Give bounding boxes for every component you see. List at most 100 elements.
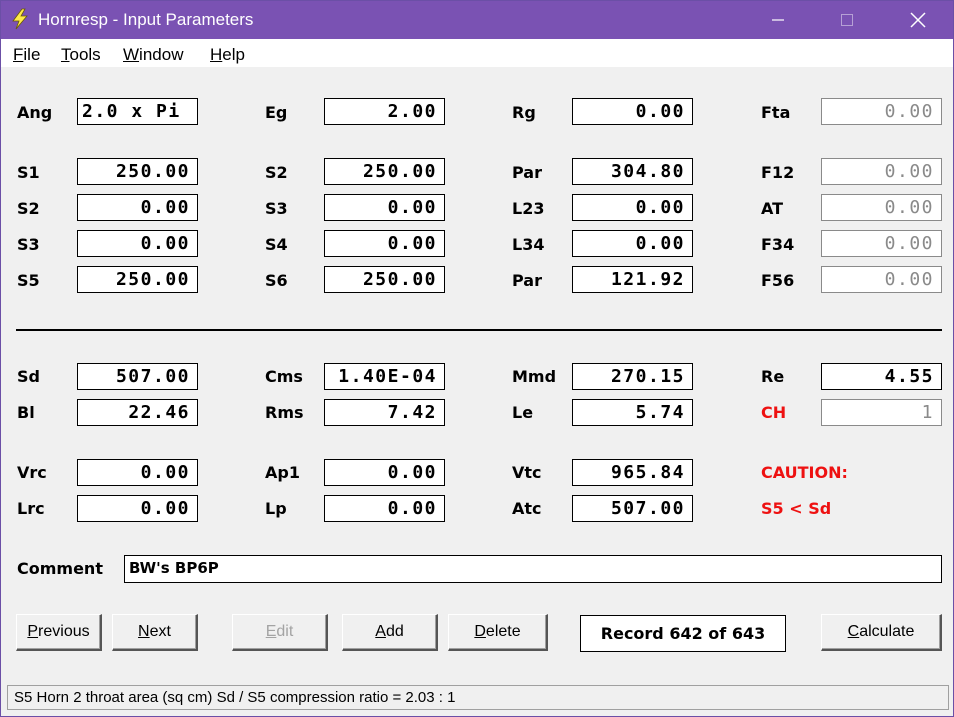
mmd-label: Mmd [512,367,557,386]
f56-label: F56 [761,271,795,290]
delete-button[interactable]: Delete [448,614,548,651]
fta-label: Fta [761,103,791,122]
delete-label: elete [485,623,521,640]
re-field[interactable]: 4.55 [821,363,942,390]
s3b-label: S3 [17,235,40,254]
menu-file[interactable]: File [13,45,40,65]
lp-field[interactable]: 0.00 [324,495,445,522]
lrc-field[interactable]: 0.00 [77,495,198,522]
menu-file-accel: F [13,45,24,64]
le-field[interactable]: 5.74 [572,399,693,426]
edit-label: dit [276,623,294,640]
record-counter: Record 642 of 643 [580,615,786,652]
previous-button[interactable]: Previous [16,614,102,651]
next-button[interactable]: Next [112,614,198,651]
s1-field[interactable]: 250.00 [77,158,198,185]
rg-label: Rg [512,103,536,122]
s2b-field[interactable]: 0.00 [77,194,198,221]
comment-field[interactable]: BW's BP6P [124,555,942,583]
par2-field[interactable]: 121.92 [572,266,693,293]
l23-label: L23 [512,199,545,218]
add-button[interactable]: Add [342,614,438,651]
eg-field[interactable]: 2.00 [324,98,445,125]
window-title: Hornresp - Input Parameters [38,10,254,29]
minimize-button[interactable] [755,1,801,39]
f34-label: F34 [761,235,795,254]
vrc-field[interactable]: 0.00 [77,459,198,486]
cms-field[interactable]: 1.40E-04 [324,363,445,390]
s4-label: S4 [265,235,288,254]
re-label: Re [761,367,785,386]
section-divider [16,329,942,331]
sd-field[interactable]: 507.00 [77,363,198,390]
le-label: Le [512,403,534,422]
s3-label: S3 [265,199,288,218]
close-button[interactable] [895,1,941,39]
par1-label: Par [512,163,542,182]
menu-help[interactable]: Help [210,45,245,65]
menu-file-label: ile [23,45,41,64]
hornresp-window: Hornresp - Input Parameters File Tools W… [0,0,954,717]
minimize-icon [772,19,784,21]
s4-field[interactable]: 0.00 [324,230,445,257]
f12-label: F12 [761,163,795,182]
menu-window[interactable]: Window [123,45,183,65]
s3-field[interactable]: 0.00 [324,194,445,221]
calculate-accel: C [847,623,860,640]
previous-label: revious [38,623,90,640]
edit-button: Edit [232,614,328,651]
s5-field[interactable]: 250.00 [77,266,198,293]
par1-field[interactable]: 304.80 [572,158,693,185]
vtc-field[interactable]: 965.84 [572,459,693,486]
rms-field[interactable]: 7.42 [324,399,445,426]
menu-help-accel: H [210,45,223,64]
mmd-field[interactable]: 270.15 [572,363,693,390]
s2-field[interactable]: 250.00 [324,158,445,185]
l34-label: L34 [512,235,545,254]
title-bar[interactable]: Hornresp - Input Parameters [1,1,953,39]
menu-window-accel: W [123,45,140,64]
add-label: dd [385,623,404,640]
menu-help-label: elp [222,45,245,64]
close-icon [910,12,926,28]
edit-accel: E [265,623,277,640]
lightning-bolt-icon [9,8,31,30]
ang-label: Ang [17,103,53,122]
menu-tools-label: ools [69,45,101,64]
calculate-button[interactable]: Calculate [821,614,942,651]
atc-label: Atc [512,499,542,518]
delete-accel: D [474,623,486,640]
rg-field[interactable]: 0.00 [572,98,693,125]
maximize-button [824,1,870,39]
fta-field: 0.00 [821,98,942,125]
comment-label: Comment [17,559,103,578]
f12-field: 0.00 [821,158,942,185]
cms-label: Cms [265,367,303,386]
next-accel: N [138,623,150,640]
menu-tools-accel: T [61,45,70,64]
s6-label: S6 [265,271,288,290]
menu-bar: File Tools Window Help [1,39,953,67]
f56-field: 0.00 [821,266,942,293]
at-label: AT [761,199,784,218]
bl-field[interactable]: 22.46 [77,399,198,426]
sd-label: Sd [17,367,40,386]
caution-message: S5 < Sd [761,499,832,518]
s3b-field[interactable]: 0.00 [77,230,198,257]
menu-tools[interactable]: Tools [61,45,101,65]
ap1-label: Ap1 [265,463,300,482]
f34-field: 0.00 [821,230,942,257]
ch-label: CH [761,403,787,422]
ang-field[interactable]: 2.0 x Pi [77,98,198,125]
par2-label: Par [512,271,542,290]
eg-label: Eg [265,103,288,122]
lp-label: Lp [265,499,287,518]
ap1-field[interactable]: 0.00 [324,459,445,486]
add-accel: A [375,623,386,640]
s2-label: S2 [265,163,288,182]
l34-field[interactable]: 0.00 [572,230,693,257]
s6-field[interactable]: 250.00 [324,266,445,293]
l23-field[interactable]: 0.00 [572,194,693,221]
at-field: 0.00 [821,194,942,221]
atc-field[interactable]: 507.00 [572,495,693,522]
